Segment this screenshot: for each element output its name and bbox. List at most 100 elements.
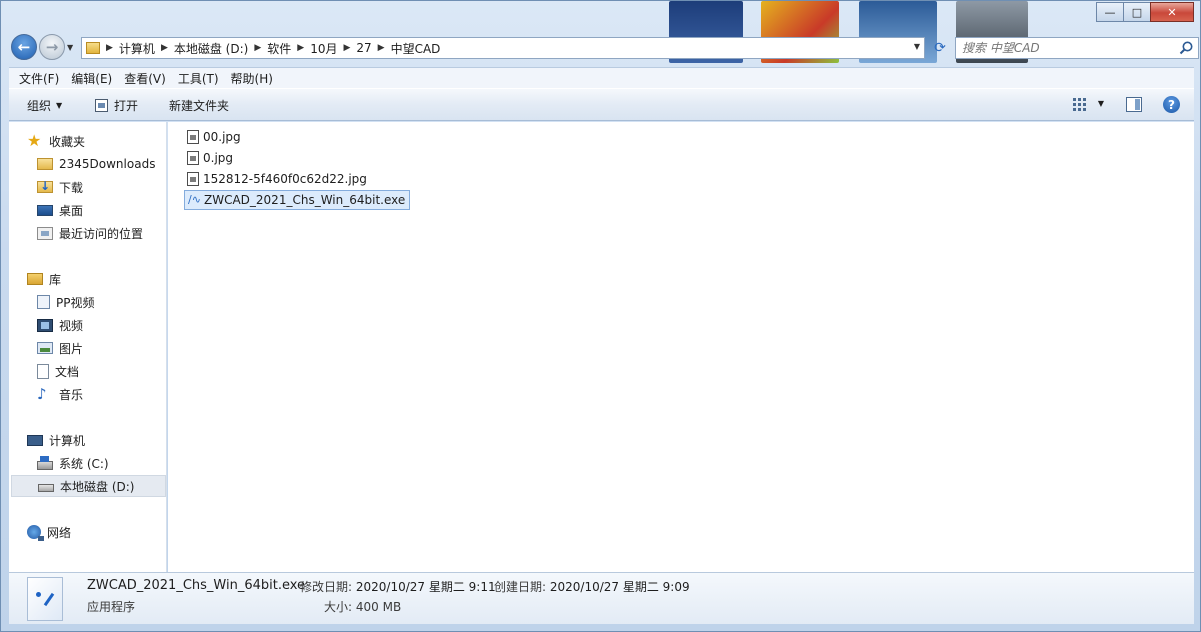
modified-label: 修改日期: bbox=[300, 580, 353, 594]
sidebar-item-downloads[interactable]: 下载 bbox=[37, 176, 166, 198]
sidebar-item-pictures[interactable]: 图片 bbox=[37, 337, 166, 359]
desktop-icon bbox=[37, 204, 53, 216]
details-pane: ZWCAD_2021_Chs_Win_64bit.exe 应用程序 修改日期: … bbox=[9, 572, 1194, 624]
navigation-pane: ★ 收藏夹 2345Downloads 下载 桌面 最近访问的位置 库 PP视频 bbox=[9, 122, 167, 572]
download-folder-icon bbox=[37, 179, 53, 193]
details-size: 大小: 400 MB bbox=[324, 598, 401, 615]
folder-icon bbox=[37, 158, 53, 170]
sidebar-item-music[interactable]: ♪ 音乐 bbox=[37, 383, 166, 405]
picture-icon bbox=[37, 342, 53, 354]
menu-bar: 文件(F) 编辑(E) 查看(V) 工具(T) 帮助(H) bbox=[9, 67, 1194, 88]
chevron-right-icon[interactable]: ▶ bbox=[161, 43, 168, 53]
view-options-dropdown-icon[interactable]: ▼ bbox=[1098, 99, 1104, 108]
chevron-down-icon[interactable]: ▼ bbox=[56, 101, 62, 110]
menu-tools[interactable]: 工具(T) bbox=[172, 70, 225, 87]
computer-icon bbox=[27, 434, 43, 446]
back-button[interactable]: ← bbox=[11, 34, 37, 60]
help-icon[interactable]: ? bbox=[1163, 96, 1180, 113]
sidebar-item-2345downloads[interactable]: 2345Downloads bbox=[37, 153, 166, 175]
star-icon: ★ bbox=[27, 131, 42, 150]
recent-places-icon bbox=[37, 226, 53, 240]
menu-help[interactable]: 帮助(H) bbox=[225, 70, 279, 87]
file-item[interactable]: 00.jpg bbox=[184, 127, 245, 147]
open-label[interactable]: 打开 bbox=[114, 97, 138, 114]
breadcrumb-computer[interactable]: ▶ 计算机 bbox=[106, 40, 155, 57]
breadcrumb-27[interactable]: ▶ 27 bbox=[343, 41, 371, 55]
recent-pages-dropdown-icon[interactable]: ▼ bbox=[67, 43, 73, 52]
forward-button[interactable]: → bbox=[39, 34, 65, 60]
open-button[interactable]: 打开 bbox=[95, 97, 138, 114]
chevron-right-icon[interactable]: ▶ bbox=[378, 43, 385, 53]
exe-file-icon: ∕∿ bbox=[188, 193, 201, 206]
breadcrumb-drive-d[interactable]: ▶ 本地磁盘 (D:) bbox=[161, 40, 248, 57]
created-label: 创建日期: bbox=[494, 580, 547, 594]
new-folder-button[interactable]: 新建文件夹 bbox=[169, 97, 229, 114]
video-icon bbox=[37, 318, 53, 332]
menu-edit[interactable]: 编辑(E) bbox=[65, 70, 118, 87]
organize-label[interactable]: 组织 bbox=[27, 97, 51, 114]
size-value: 400 MB bbox=[355, 600, 402, 614]
search-icon[interactable] bbox=[1178, 40, 1194, 56]
modified-value: 2020/10/27 星期二 9:11 bbox=[355, 580, 496, 594]
sidebar-item-drive-d[interactable]: 本地磁盘 (D:) bbox=[11, 475, 166, 497]
system-drive-icon bbox=[37, 455, 53, 470]
maximize-button[interactable]: □ bbox=[1123, 2, 1151, 22]
breadcrumb-software[interactable]: ▶ 软件 bbox=[254, 40, 291, 57]
sidebar-item-libraries[interactable]: 库 bbox=[27, 268, 166, 290]
chevron-right-icon[interactable]: ▶ bbox=[254, 43, 261, 53]
minimize-button[interactable]: — bbox=[1096, 2, 1124, 22]
address-dropdown-icon[interactable]: ▼ bbox=[914, 42, 920, 51]
details-file-name: ZWCAD_2021_Chs_Win_64bit.exe bbox=[87, 578, 306, 593]
new-folder-label[interactable]: 新建文件夹 bbox=[169, 97, 229, 114]
search-input[interactable] bbox=[956, 38, 1166, 58]
change-view-icon[interactable] bbox=[1073, 98, 1086, 111]
jpg-file-icon bbox=[187, 130, 199, 144]
details-modified: 修改日期: 2020/10/27 星期二 9:11 bbox=[300, 578, 496, 595]
size-label: 大小: bbox=[324, 600, 353, 614]
organize-button[interactable]: 组织 ▼ bbox=[27, 97, 62, 114]
file-item-selected[interactable]: ∕∿ ZWCAD_2021_Chs_Win_64bit.exe bbox=[184, 190, 411, 210]
sidebar-item-recent-places[interactable]: 最近访问的位置 bbox=[37, 222, 166, 244]
sidebar-item-drive-c[interactable]: 系统 (C:) bbox=[37, 452, 166, 474]
open-icon[interactable] bbox=[95, 99, 108, 112]
window-controls: — □ ✕ bbox=[1096, 2, 1194, 22]
application-large-icon bbox=[27, 577, 63, 621]
refresh-button[interactable]: ⟳ bbox=[929, 37, 951, 59]
details-created: 创建日期: 2020/10/27 星期二 9:09 bbox=[494, 578, 690, 595]
breadcrumb-zwcad[interactable]: ▶ 中望CAD bbox=[378, 40, 441, 57]
pp-video-icon bbox=[37, 295, 50, 309]
back-arrow-icon: ← bbox=[17, 38, 31, 56]
chevron-right-icon[interactable]: ▶ bbox=[343, 43, 350, 53]
library-icon bbox=[27, 273, 43, 285]
breadcrumb-october[interactable]: ▶ 10月 bbox=[297, 40, 337, 57]
file-item[interactable]: 152812-5f460f0c62d22.jpg bbox=[184, 169, 371, 189]
network-icon bbox=[27, 525, 44, 541]
jpg-file-icon bbox=[187, 172, 199, 186]
sidebar-item-computer[interactable]: 计算机 bbox=[27, 429, 166, 451]
chevron-right-icon[interactable]: ▶ bbox=[297, 43, 304, 53]
sidebar-item-favorites[interactable]: ★ 收藏夹 bbox=[27, 130, 166, 152]
chevron-right-icon[interactable]: ▶ bbox=[106, 43, 113, 53]
sidebar-item-network[interactable]: 网络 bbox=[27, 521, 166, 543]
details-file-type: 应用程序 bbox=[87, 600, 136, 614]
close-button[interactable]: ✕ bbox=[1150, 2, 1194, 22]
explorer-window: — □ ✕ ← → ▼ ▶ 计算机 ▶ 本地磁盘 (D:) ▶ 软件 ▶ 10月… bbox=[0, 0, 1201, 632]
sidebar-item-videos[interactable]: 视频 bbox=[37, 314, 166, 336]
search-box[interactable] bbox=[955, 37, 1199, 59]
sidebar-item-documents[interactable]: 文档 bbox=[37, 360, 166, 382]
sidebar-item-desktop[interactable]: 桌面 bbox=[37, 199, 166, 221]
music-note-icon: ♪ bbox=[37, 385, 47, 403]
folder-icon bbox=[86, 42, 100, 54]
sidebar-item-pp-video[interactable]: PP视频 bbox=[37, 291, 166, 313]
document-icon bbox=[37, 363, 49, 379]
navigation-row: ← → ▼ ▶ 计算机 ▶ 本地磁盘 (D:) ▶ 软件 ▶ 10月 ▶ 27 … bbox=[9, 33, 1199, 61]
menu-file[interactable]: 文件(F) bbox=[13, 70, 65, 87]
menu-view[interactable]: 查看(V) bbox=[118, 70, 172, 87]
refresh-icon: ⟳ bbox=[934, 40, 946, 56]
preview-pane-icon[interactable] bbox=[1126, 97, 1142, 112]
file-list[interactable]: 00.jpg 0.jpg 152812-5f460f0c62d22.jpg ∕∿… bbox=[168, 122, 1194, 572]
address-bar[interactable]: ▶ 计算机 ▶ 本地磁盘 (D:) ▶ 软件 ▶ 10月 ▶ 27 ▶ 中望CA… bbox=[81, 37, 925, 59]
created-value: 2020/10/27 星期二 9:09 bbox=[549, 580, 690, 594]
forward-arrow-icon: → bbox=[45, 38, 59, 56]
file-item[interactable]: 0.jpg bbox=[184, 148, 237, 168]
